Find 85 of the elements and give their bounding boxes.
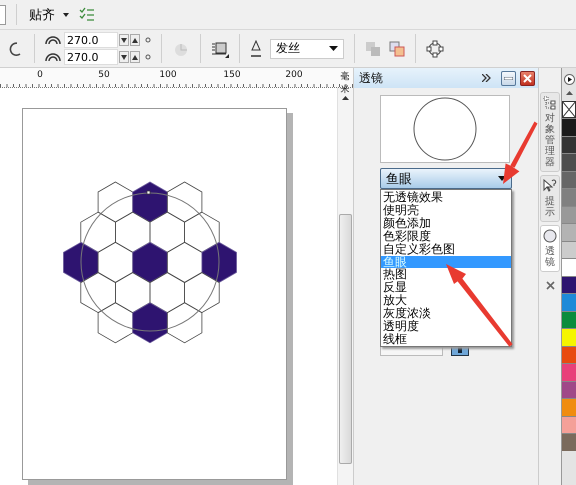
spin-down-button[interactable] [119,51,129,63]
lens-option[interactable]: 色彩限度 [381,230,512,243]
angle-icon [45,34,61,46]
lens-icon [543,229,558,243]
ruler-label: 200 [285,70,303,80]
close-button[interactable] [520,70,536,86]
scroll-up-arrow[interactable] [566,91,572,95]
color-swatch[interactable] [562,153,576,170]
spin-down-button[interactable] [119,34,129,46]
annotation-arrow [503,122,538,184]
ruler-label: 50 [98,70,110,80]
lens-option[interactable]: 颜色添加 [381,216,512,230]
angle-field[interactable]: 270.0 [64,49,118,65]
down-arrow-icon [121,54,127,60]
expand-icon[interactable] [482,74,492,82]
tab-label: 提示 [545,196,556,218]
checklist-icon[interactable] [79,6,95,22]
tab-label: 对象管理器 [545,113,556,168]
angle-icon [45,51,61,63]
color-swatch[interactable] [562,310,576,328]
down-arrow-icon [121,38,127,42]
input-field[interactable] [0,4,6,24]
color-swatch[interactable] [562,188,576,206]
color-swatch[interactable] [562,398,576,416]
color-swatch[interactable] [562,328,576,346]
lens-dropdown[interactable]: 鱼眼 [380,168,512,189]
color-swatch[interactable] [562,346,576,363]
lens-option[interactable]: 热图 [381,268,512,282]
minimize-button[interactable] [501,70,516,86]
lens-option[interactable]: 自定义彩色图 [381,242,512,256]
break-apart-icon[interactable] [389,40,405,56]
scroll-up-arrow[interactable] [342,96,350,100]
wrap-icon[interactable] [211,40,229,58]
color-swatch[interactable] [562,136,576,153]
color-swatch[interactable] [562,363,576,380]
cursor-help-icon [543,179,558,193]
tree-icon [543,96,558,110]
spin-up-button[interactable] [130,51,140,63]
square-icon [457,346,464,352]
outline-dropdown[interactable]: 发丝 [270,38,344,58]
color-swatch[interactable] [562,258,576,276]
lens-option[interactable]: 反显 [381,281,512,294]
ruler-label: 0 [37,70,43,80]
pen-icon [250,40,262,58]
color-swatch[interactable] [562,276,576,293]
caret-icon [63,12,69,16]
ruler-label: 150 [223,70,241,80]
up-arrow-icon [132,54,138,60]
color-swatch[interactable] [562,118,576,136]
minimize-icon [504,76,514,80]
color-swatch[interactable] [562,416,576,433]
color-swatch[interactable] [562,170,576,188]
scroll-thumb[interactable] [339,214,352,464]
lens-option[interactable]: 放大 [381,294,512,308]
node-handle[interactable] [146,190,150,194]
color-swatch[interactable] [562,293,576,310]
snap-dropdown[interactable]: 贴齐 [27,6,71,24]
ruler-unit: 毫米 [340,70,350,96]
lens-option[interactable]: 使明亮 [381,204,512,217]
side-tab[interactable]: 提示 [540,175,560,222]
side-tab[interactable]: 对象管理器 [540,92,560,172]
color-swatch[interactable] [562,433,576,450]
up-arrow-icon [132,38,138,42]
color-swatch[interactable] [562,223,576,240]
close-icon[interactable] [546,281,555,290]
lens-option[interactable]: 透明度 [381,320,512,333]
color-swatch[interactable] [562,240,576,258]
angle-field[interactable]: 270.0 [64,32,118,48]
degree-icon [145,37,151,43]
side-tab[interactable]: 透镜 [540,225,560,272]
lens-option[interactable]: 灰度浓淡 [381,307,512,320]
color-swatch[interactable] [562,380,576,398]
lens-option[interactable]: 无透镜效果 [381,191,512,204]
lens-option[interactable]: 线框 [381,332,512,346]
docker-title: 透镜 [359,70,384,86]
tab-label: 透镜 [545,246,556,268]
color-swatch[interactable] [562,206,576,223]
ruler-label: 100 [159,70,177,80]
spin-up-button[interactable] [130,34,140,46]
no-color-swatch[interactable] [562,101,576,118]
close-icon [523,74,532,82]
degree-icon [145,54,151,60]
caret-icon [329,46,338,51]
play-icon[interactable] [564,74,574,85]
nodes-icon[interactable] [426,40,444,58]
